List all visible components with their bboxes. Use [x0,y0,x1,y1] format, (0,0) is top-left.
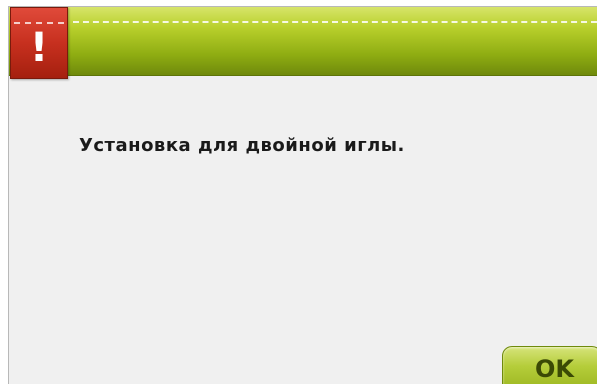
warning-tab-stitch-line [14,22,64,24]
exclamation-icon: ! [29,25,49,71]
ok-button-label: OK [535,355,574,383]
dialog-message: Установка для двойной иглы. [79,135,405,156]
ok-button[interactable]: OK [502,346,597,384]
alert-dialog: ! Установка для двойной иглы. OK [8,6,597,384]
warning-tab: ! [10,7,68,79]
header-stitch-line [73,21,597,23]
dialog-header-bar [9,7,597,76]
